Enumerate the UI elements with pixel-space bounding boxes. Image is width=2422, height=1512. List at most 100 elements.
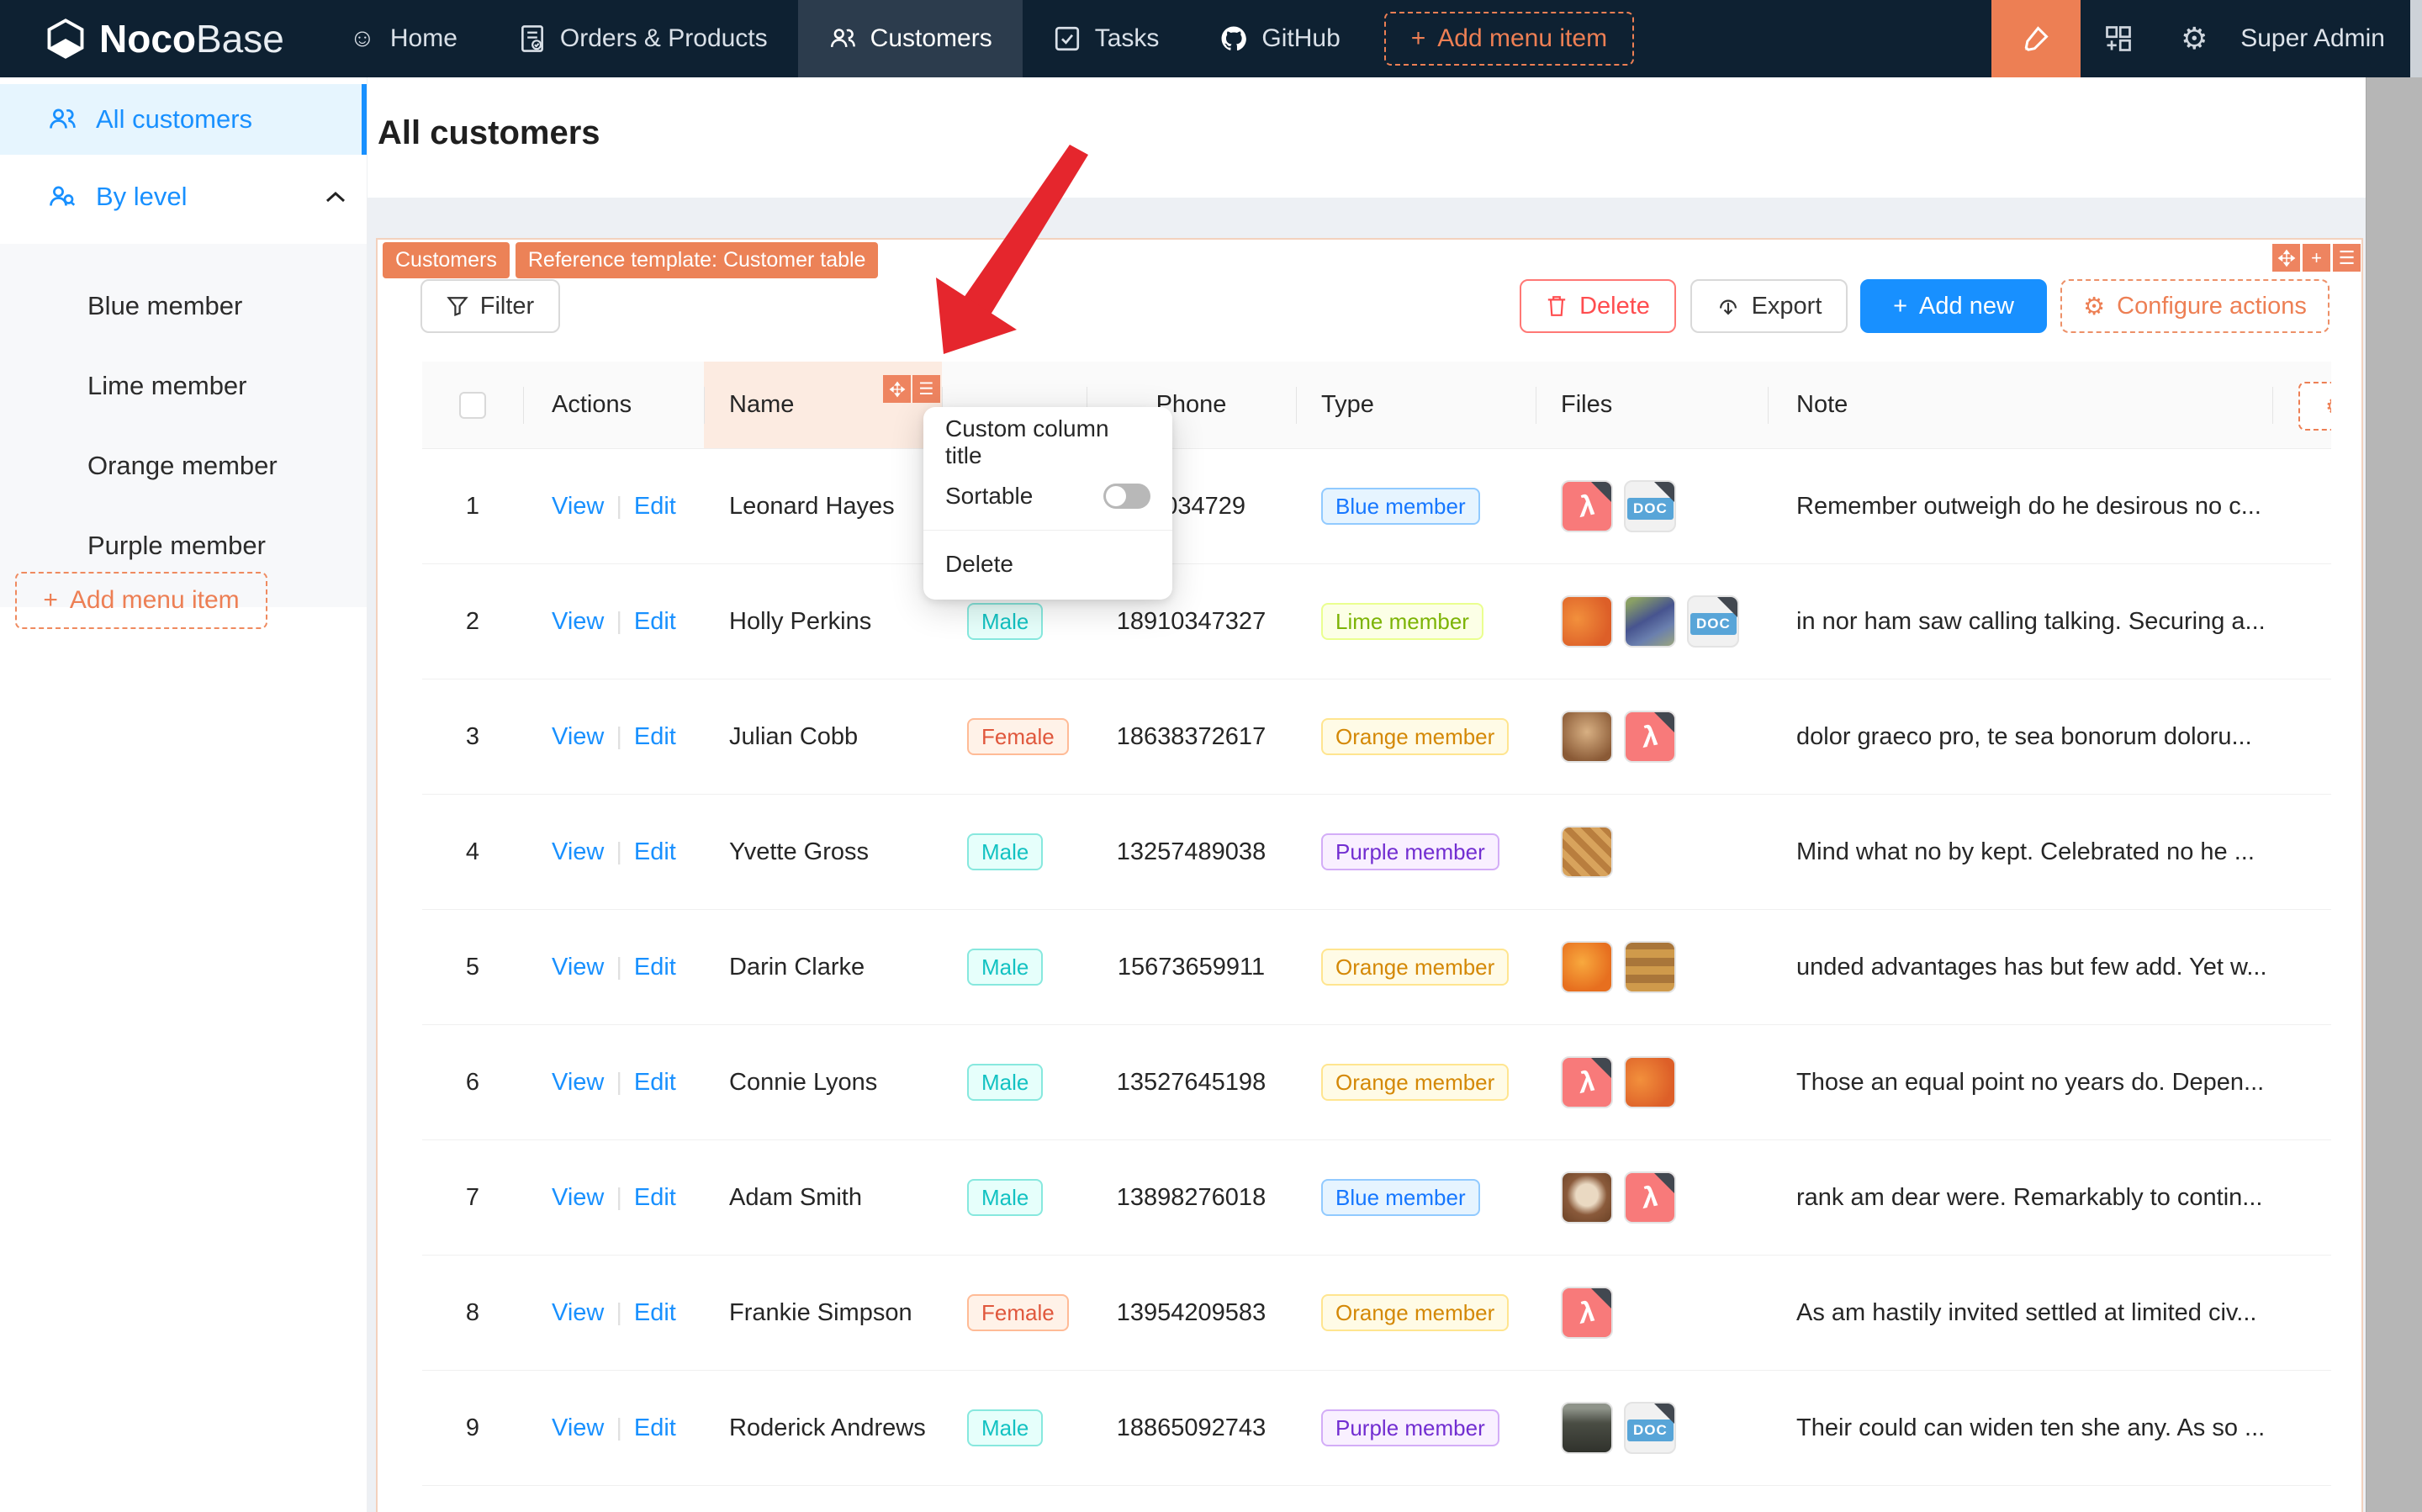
vertical-scrollbar[interactable]: [2366, 77, 2422, 1512]
export-button[interactable]: Export: [1690, 279, 1848, 333]
row-index-cell: 7: [465, 1183, 480, 1211]
image-thumbnail[interactable]: [1624, 595, 1676, 648]
edit-link[interactable]: Edit: [634, 838, 676, 866]
image-thumbnail[interactable]: [1624, 941, 1676, 993]
drag-move-icon[interactable]: [883, 375, 911, 403]
filter-button[interactable]: Filter: [420, 279, 560, 333]
header-actions[interactable]: Actions: [523, 362, 704, 448]
row-spacer-cell: [2272, 795, 2331, 909]
nav-item-tasks[interactable]: Tasks: [1023, 0, 1190, 77]
configure-columns-button[interactable]: ⚙: [2298, 382, 2331, 431]
nav-item-home[interactable]: ☺ Home: [318, 0, 488, 77]
edit-link[interactable]: Edit: [634, 493, 676, 521]
row-index-cell: 5: [465, 953, 480, 981]
menu-item-sortable[interactable]: Sortable: [923, 469, 1172, 523]
column-menu-icon[interactable]: ☰: [912, 375, 940, 403]
pdf-file-icon[interactable]: λ: [1561, 480, 1613, 532]
add-new-button[interactable]: + Add new: [1860, 279, 2047, 333]
row-phone-cell: 13257489038: [1116, 838, 1267, 865]
sidebar-subitem-orange-member[interactable]: Orange member: [0, 426, 367, 505]
link-separator: |: [616, 1183, 622, 1211]
image-thumbnail[interactable]: [1624, 1056, 1676, 1108]
row-gender-cell: Male: [942, 795, 1087, 909]
nav-item-github[interactable]: GitHub: [1189, 0, 1370, 77]
ui-editor-button[interactable]: [1991, 0, 2081, 77]
block-menu-icon[interactable]: ☰: [2333, 244, 2361, 272]
sidebar-item-by-level[interactable]: By level: [0, 161, 367, 232]
image-thumbnail[interactable]: [1561, 711, 1613, 763]
sortable-toggle[interactable]: [1103, 484, 1150, 509]
row-type-cell: Orange member: [1296, 679, 1536, 794]
select-all-checkbox[interactable]: [459, 391, 486, 419]
edit-link[interactable]: Edit: [634, 1069, 676, 1097]
customers-table-block: Customers Reference template: Customer t…: [376, 238, 2363, 1512]
view-link[interactable]: View: [552, 1299, 604, 1327]
chevron-up-icon[interactable]: [325, 190, 346, 204]
doc-file-icon[interactable]: DOC: [1624, 480, 1676, 532]
header-name[interactable]: Name ☰: [704, 362, 942, 448]
row-gender-cell: Female: [942, 679, 1087, 794]
edit-link[interactable]: Edit: [634, 723, 676, 751]
menu-item-delete[interactable]: Delete: [923, 537, 1172, 591]
table-row: 2 View | Edit Holly Perkins Male 18910347327 Li…: [422, 564, 2331, 679]
view-link[interactable]: View: [552, 838, 604, 866]
pdf-file-icon[interactable]: λ: [1624, 1171, 1676, 1224]
image-thumbnail[interactable]: [1561, 1402, 1613, 1454]
edit-link[interactable]: Edit: [634, 608, 676, 636]
nav-add-menu-item-button[interactable]: + Add menu item: [1383, 12, 1635, 66]
image-thumbnail[interactable]: [1561, 941, 1613, 993]
doc-file-icon[interactable]: DOC: [1624, 1402, 1676, 1454]
nav-item-customers[interactable]: Customers: [797, 0, 1023, 77]
row-spacer-cell: [2272, 564, 2331, 679]
view-link[interactable]: View: [552, 954, 604, 981]
view-link[interactable]: View: [552, 723, 604, 751]
nav-item-label: Orders & Products: [559, 24, 768, 52]
settings-gear-button[interactable]: ⚙: [2156, 0, 2232, 77]
nav-item-orders-products[interactable]: Orders & Products: [488, 0, 798, 77]
image-thumbnail[interactable]: [1561, 1171, 1613, 1224]
configure-actions-button[interactable]: ⚙ Configure actions: [2060, 279, 2329, 333]
row-files-cell: λ DOC: [1536, 449, 1768, 563]
edit-link[interactable]: Edit: [634, 1299, 676, 1327]
nocobase-logo[interactable]: NocoBase: [0, 16, 318, 61]
delete-button[interactable]: Delete: [1520, 279, 1676, 333]
user-menu[interactable]: Super Admin: [2232, 24, 2422, 53]
add-block-icon[interactable]: +: [2303, 244, 2330, 272]
view-link[interactable]: View: [552, 1414, 604, 1442]
header-files[interactable]: Files: [1536, 362, 1768, 448]
doc-file-icon[interactable]: DOC: [1687, 595, 1739, 648]
view-link[interactable]: View: [552, 1069, 604, 1097]
header-note[interactable]: Note: [1768, 362, 2272, 448]
edit-link[interactable]: Edit: [634, 1414, 676, 1442]
menu-item-custom-column-title[interactable]: Custom column title: [923, 415, 1172, 469]
row-actions-cell: View | Edit: [523, 449, 704, 563]
view-link[interactable]: View: [552, 493, 604, 521]
image-thumbnail[interactable]: [1561, 826, 1613, 878]
table-row: 4 View | Edit Yvette Gross Male 13257489038 Pur…: [422, 795, 2331, 910]
row-note-cell: rank am dear were. Remarkably to contin.…: [1796, 1183, 2263, 1211]
pdf-file-icon[interactable]: λ: [1561, 1287, 1613, 1339]
edit-link[interactable]: Edit: [634, 954, 676, 981]
acrobat-glyph: λ: [1575, 1064, 1599, 1100]
sidebar-add-menu-item-button[interactable]: + Add menu item: [15, 572, 267, 629]
sidebar-item-all-customers[interactable]: All customers: [0, 84, 367, 155]
header-type[interactable]: Type: [1296, 362, 1536, 448]
sidebar-subitem-blue-member[interactable]: Blue member: [0, 266, 367, 346]
pdf-file-icon[interactable]: λ: [1624, 711, 1676, 763]
image-thumbnail[interactable]: [1561, 595, 1613, 648]
block-tag-collection: Customers: [383, 242, 510, 278]
team-search-icon: [50, 186, 76, 206]
nav-item-label: GitHub: [1261, 24, 1341, 52]
drag-move-icon[interactable]: [2272, 244, 2300, 272]
plugin-blocks-button[interactable]: [2081, 0, 2156, 77]
table-row: 7 View | Edit Adam Smith Male 13898276018 Blue …: [422, 1140, 2331, 1256]
edit-link[interactable]: Edit: [634, 1184, 676, 1212]
row-note-cell: Remember outweigh do he desirous no c...: [1796, 492, 2261, 520]
pdf-file-icon[interactable]: λ: [1561, 1056, 1613, 1108]
view-link[interactable]: View: [552, 1184, 604, 1212]
link-separator: |: [616, 1068, 622, 1096]
row-name-cell: Darin Clarke: [729, 953, 865, 981]
sidebar-subitem-lime-member[interactable]: Lime member: [0, 346, 367, 426]
view-link[interactable]: View: [552, 608, 604, 636]
plus-icon: +: [1893, 292, 1908, 320]
